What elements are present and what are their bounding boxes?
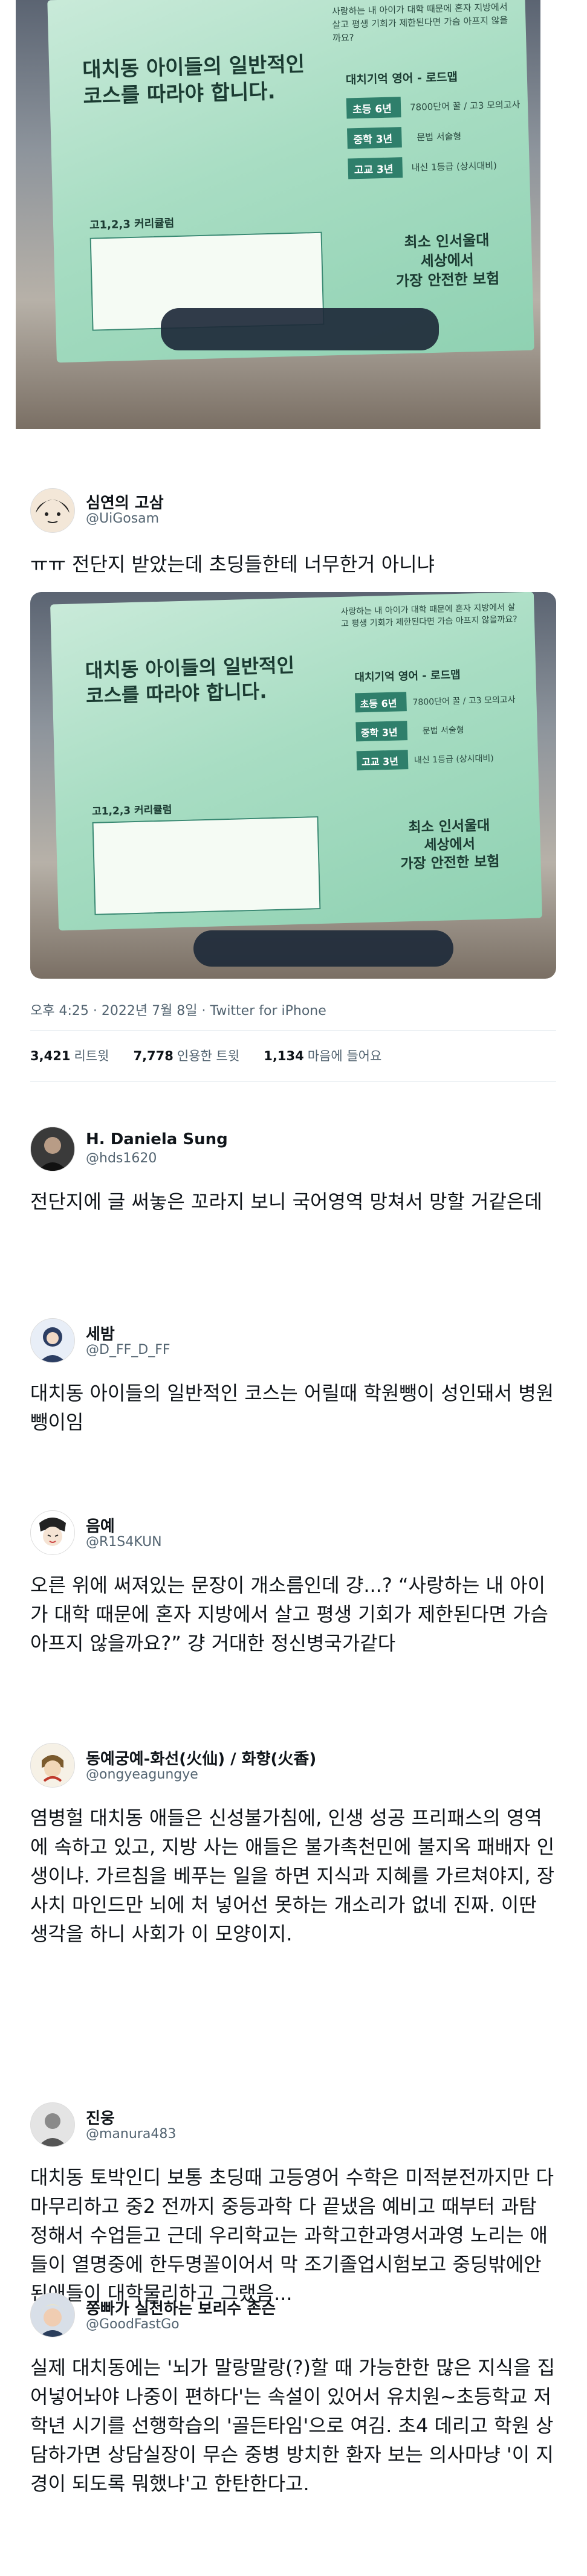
flyer-row-label: 중학 3년 bbox=[353, 133, 393, 147]
tweet-text: 전단지에 글 써놓은 꼬라지 보니 국어영역 망쳐서 망할 거같은데 bbox=[30, 1190, 542, 1213]
avatar[interactable] bbox=[30, 1510, 75, 1555]
flyer-row-value: 문법 서술형 bbox=[422, 725, 464, 736]
flyer-roadmap-title: 대치기억 영어 - 로드맵 bbox=[354, 668, 461, 684]
flyer-table bbox=[92, 816, 321, 915]
reply-tweet[interactable]: H. Daniela Sung @hds1620 전단지에 글 써놓은 꼬라지 … bbox=[0, 1127, 587, 1266]
user-handle[interactable]: @hds1620 bbox=[86, 1151, 157, 1166]
avatar[interactable] bbox=[30, 1743, 75, 1788]
flyer-row-value: 7800단어 꿀 / 고3 모의고사 bbox=[409, 99, 521, 113]
reply-tweet[interactable]: 세밤 @D_FF_D_FF 대치동 아이들의 일반적인 코스는 어릴때 학원뺑이… bbox=[0, 1318, 587, 1457]
tweet-photo[interactable]: 대치동 아이들의 일반적인 코스를 따라야 합니다. 사랑하는 내 아이가 대학… bbox=[30, 592, 556, 979]
user-name[interactable]: 음예 bbox=[86, 1514, 115, 1536]
flyer-curriculum-title: 고1,2,3 커리큘럼 bbox=[91, 803, 172, 818]
user-name[interactable]: 동예궁예-화선(火仙) / 화향(火香) bbox=[86, 1747, 316, 1769]
flyer-row-value: 내신 1등급 (상시대비) bbox=[413, 753, 494, 765]
flyer-slogan: 최소 인서울대 세상에서 가장 안전한 보험 bbox=[400, 817, 500, 872]
user-name[interactable]: 진웅 bbox=[86, 2106, 115, 2128]
tweet-text: 대치동 아이들의 일반적인 코스는 어릴때 학원뺑이 성인돼서 병원뺑이임 bbox=[30, 1382, 554, 1434]
flyer: 대치동 아이들의 일반적인 코스를 따라야 합니다. 사랑하는 내 아이가 대학… bbox=[50, 592, 542, 931]
avatar[interactable] bbox=[30, 1318, 75, 1363]
user-handle[interactable]: @manura483 bbox=[86, 2127, 176, 2142]
like-count[interactable]: 1,134 마음에 들어요 bbox=[264, 1049, 381, 1063]
flyer-row-label: 고교 3년 bbox=[361, 755, 399, 768]
flyer-row-label: 고교 3년 bbox=[354, 163, 394, 177]
user-name[interactable]: 쫑빠가 실천하는 보리수 존슨 bbox=[86, 2296, 276, 2319]
tweet-text: 실제 대치동에는 '뇌가 말랑말랑(?)할 때 가능한한 많은 지식을 집어넣어… bbox=[30, 2356, 556, 2495]
flyer-row-value: 7800단어 꿀 / 고3 모의고사 bbox=[412, 695, 516, 707]
flyer-slogan: 최소 인서울대 세상에서 가장 안전한 보험 bbox=[395, 231, 500, 290]
flyer-top-caption: 사랑하는 내 아이가 대학 때문에 혼자 지방에서 살고 평생 기회가 제한된다… bbox=[331, 1, 508, 44]
tweet-text: 염병헐 대치동 애들은 신성불가침에, 인생 성공 프리패스의 영역에 속하고 … bbox=[30, 1806, 555, 1945]
user-handle[interactable]: @R1S4KUN bbox=[86, 1534, 162, 1550]
quote-count[interactable]: 7,778 인용한 트윗 bbox=[133, 1049, 239, 1063]
avatar[interactable] bbox=[30, 488, 75, 533]
user-name[interactable]: H. Daniela Sung bbox=[86, 1130, 228, 1148]
avatar[interactable] bbox=[30, 2293, 75, 2337]
photo-top: 대치동 아이들의 일반적인 코스를 따라야 합니다. 사랑하는 내 아이가 대학… bbox=[16, 0, 540, 429]
tweet-text: ㅠㅠ 전단지 받았는데 초딩들한테 너무한거 아니냐 bbox=[30, 553, 435, 576]
user-handle[interactable]: @UiGosam bbox=[86, 511, 159, 526]
user-handle[interactable]: @GoodFastGo bbox=[86, 2317, 180, 2332]
flyer-top-caption: 사랑하는 내 아이가 대학 때문에 혼자 지방에서 살고 평생 기회가 제한된다… bbox=[340, 602, 517, 629]
flyer-row-label: 중학 3년 bbox=[360, 726, 398, 739]
divider bbox=[30, 1081, 556, 1082]
flyer-heading: 대치동 아이들의 일반적인 코스를 따라야 합니다. bbox=[82, 52, 305, 109]
flyer-roadmap-title: 대치기억 영어 - 로드맵 bbox=[345, 70, 458, 87]
tweet-stats: 3,421 리트윗 7,778 인용한 트윗 1,134 마음에 들어요 bbox=[30, 1046, 381, 1064]
flyer-row-label: 초등 6년 bbox=[352, 103, 392, 117]
reply-tweet[interactable]: 쫑빠가 실천하는 보리수 존슨 @GoodFastGo 실제 대치동에는 '뇌가… bbox=[0, 2293, 587, 2571]
reply-tweet[interactable]: 음예 @R1S4KUN 오른 위에 써져있는 문장이 개소름인데 걍...? “… bbox=[0, 1510, 587, 1692]
user-handle[interactable]: @ongyeagungye bbox=[86, 1767, 198, 1782]
reply-tweet[interactable]: 동예궁예-화선(火仙) / 화향(火香) @ongyeagungye 염병헐 대… bbox=[0, 1743, 587, 2057]
divider bbox=[30, 1030, 556, 1031]
flyer-row-value: 내신 1등급 (상시대비) bbox=[411, 160, 498, 173]
quoted-tweet[interactable]: 심연의 고삼 @UiGosam ㅠㅠ 전단지 받았는데 초딩들한테 너무한거 아… bbox=[0, 477, 587, 1100]
flyer-row-label: 초등 6년 bbox=[360, 697, 397, 710]
flyer-row-value: 문법 서술형 bbox=[417, 130, 462, 143]
retweet-count[interactable]: 3,421 리트윗 bbox=[30, 1049, 109, 1063]
user-handle[interactable]: @D_FF_D_FF bbox=[86, 1342, 170, 1357]
user-name[interactable]: 세밤 bbox=[86, 1322, 115, 1344]
user-name[interactable]: 심연의 고삼 bbox=[86, 491, 164, 513]
avatar[interactable] bbox=[30, 2102, 75, 2147]
flyer-heading: 대치동 아이들의 일반적인 코스를 따라야 합니다. bbox=[85, 654, 295, 708]
redaction-bar bbox=[161, 308, 439, 350]
tweet-text: 대치동 토박인디 보통 초딩때 고등영어 수학은 미적분전까지만 다 마무리하고… bbox=[30, 2166, 554, 2305]
redaction-bar bbox=[193, 930, 453, 967]
tweet-text: 오른 위에 써져있는 문장이 개소름인데 걍...? “사랑하는 내 아이가 대… bbox=[30, 1574, 548, 1655]
avatar[interactable] bbox=[30, 1127, 75, 1171]
flyer-curriculum-title: 고1,2,3 커리큘럼 bbox=[89, 217, 175, 232]
tweet-timestamp[interactable]: 오후 4:25 · 2022년 7월 8일 · Twitter for iPho… bbox=[30, 1000, 326, 1019]
